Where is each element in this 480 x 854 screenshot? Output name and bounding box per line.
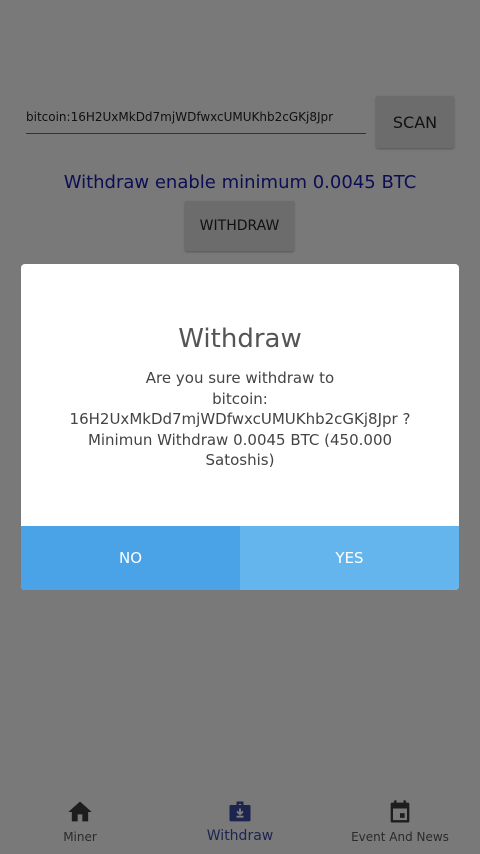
dialog-message-line: 16H2UxMkDd7mjWDfwxcUMUKhb2cGKj8Jpr ? <box>69 410 411 428</box>
dialog-title: Withdraw <box>178 324 302 354</box>
dialog-message-line: Satoshis) <box>205 451 275 469</box>
dialog-message: Are you sure withdraw to bitcoin: 16H2Ux… <box>51 368 429 471</box>
dialog-message-line: Are you sure withdraw to <box>145 369 335 387</box>
withdraw-confirm-dialog: Withdraw Are you sure withdraw to bitcoi… <box>21 264 459 590</box>
yes-button[interactable]: YES <box>240 526 459 590</box>
no-button[interactable]: NO <box>21 526 240 590</box>
dialog-message-line: bitcoin: <box>212 389 268 408</box>
dialog-message-line: Minimun Withdraw 0.0045 BTC (450.000 <box>87 430 393 449</box>
dialog-button-bar: NO YES <box>21 526 459 590</box>
